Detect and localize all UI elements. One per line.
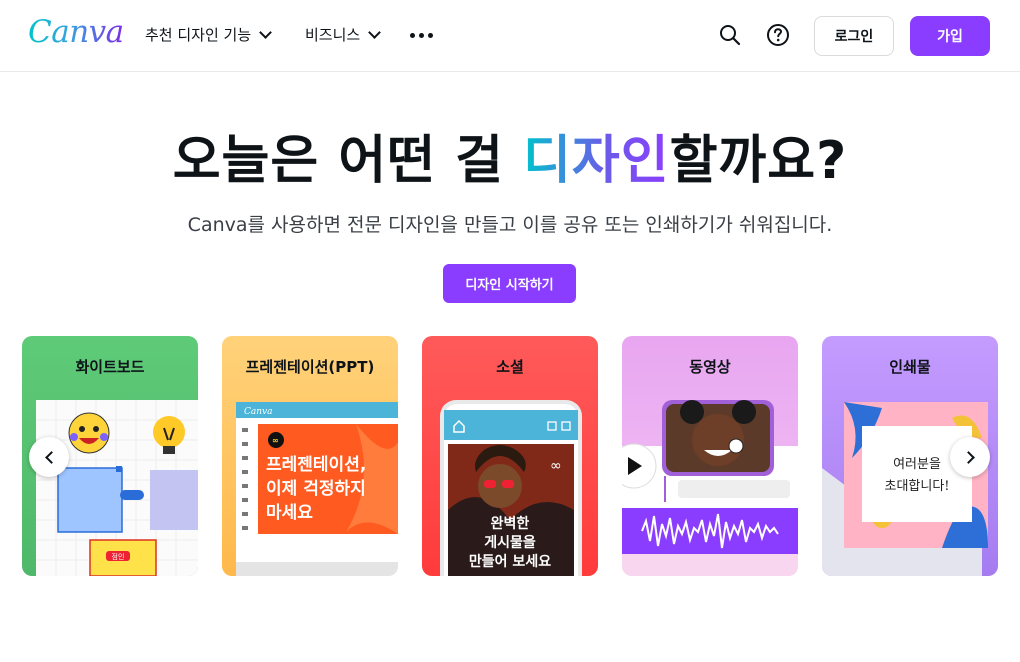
category-card-presentation[interactable]: 프레젠테이션(PPT) Canva ∞ 프레젠테이션, 이제 걱정하지 마세요 [222,336,398,576]
nav-featured-label: 추천 디자인 기능 [145,26,252,44]
chevron-down-icon [368,25,382,39]
video-illustration [622,400,798,576]
card-text: 여러분을 [893,457,941,472]
card-label: 화이트보드 [75,358,145,376]
search-icon[interactable] [717,22,743,48]
signup-button[interactable]: 가입 [910,16,990,56]
card-label: 인쇄물 [889,358,931,376]
chevron-down-icon [259,25,273,39]
category-card-social[interactable]: 소셜 ∞ 완벽한 게시물을 만들어 보세요 [422,336,598,576]
slide-text: 이제 걱정하지 [266,479,366,499]
card-label: 프레젠테이션(PPT) [245,358,375,376]
start-design-button[interactable]: 디자인 시작하기 [443,264,576,303]
post-text: 완벽한 [491,515,530,532]
hero-title-part: 오늘은 어떤 걸 [172,131,524,191]
whiteboard-illustration: 점인 [36,400,198,576]
slide-text: 프레젠테이션, [266,455,366,475]
hero-title-part: 할까요? [669,131,848,191]
more-icon[interactable] [410,33,433,38]
carousel-next-button[interactable] [950,437,990,477]
sticky-note-label: 점인 [112,552,125,561]
nav-business[interactable]: 비즈니스 [305,24,382,45]
hero-subtitle: Canva를 사용하면 전문 디자인을 만들고 이를 공유 또는 인쇄하기가 쉬… [187,214,833,236]
help-icon[interactable] [765,22,791,48]
nav-business-label: 비즈니스 [305,26,361,44]
carousel-prev-button[interactable] [29,437,69,477]
chevron-left-icon [44,450,58,464]
card-label: 동영상 [689,358,731,376]
svg-text:∞: ∞ [272,436,279,445]
post-text: 게시물을 [484,535,536,551]
category-card-video[interactable]: 동영상 [622,336,798,576]
login-button[interactable]: 로그인 [814,16,894,56]
presentation-illustration: Canva ∞ 프레젠테이션, 이제 걱정하지 마세요 [236,402,398,576]
print-illustration: 여러분을 초대합니다! [822,402,988,576]
nav-featured-design[interactable]: 추천 디자인 기능 [145,24,273,45]
slide-text: 마세요 [266,503,313,523]
hero-title: 오늘은 어떤 걸 디자인할까요? [0,118,1020,193]
hero-title-highlight: 디자인 [523,131,670,191]
card-label: 소셜 [496,358,524,376]
social-illustration: ∞ 완벽한 게시물을 만들어 보세요 [440,400,582,576]
chevron-right-icon [961,450,975,464]
svg-text:∞: ∞ [550,458,562,474]
app-logo-text: Canva [244,407,273,417]
canva-logo[interactable]: Canva [28,14,124,50]
top-nav-bar: Canva 추천 디자인 기능 비즈니스 로그인 가입 [0,0,1020,72]
post-text: 만들어 보세요 [469,553,551,570]
card-text: 초대합니다! [884,479,949,494]
